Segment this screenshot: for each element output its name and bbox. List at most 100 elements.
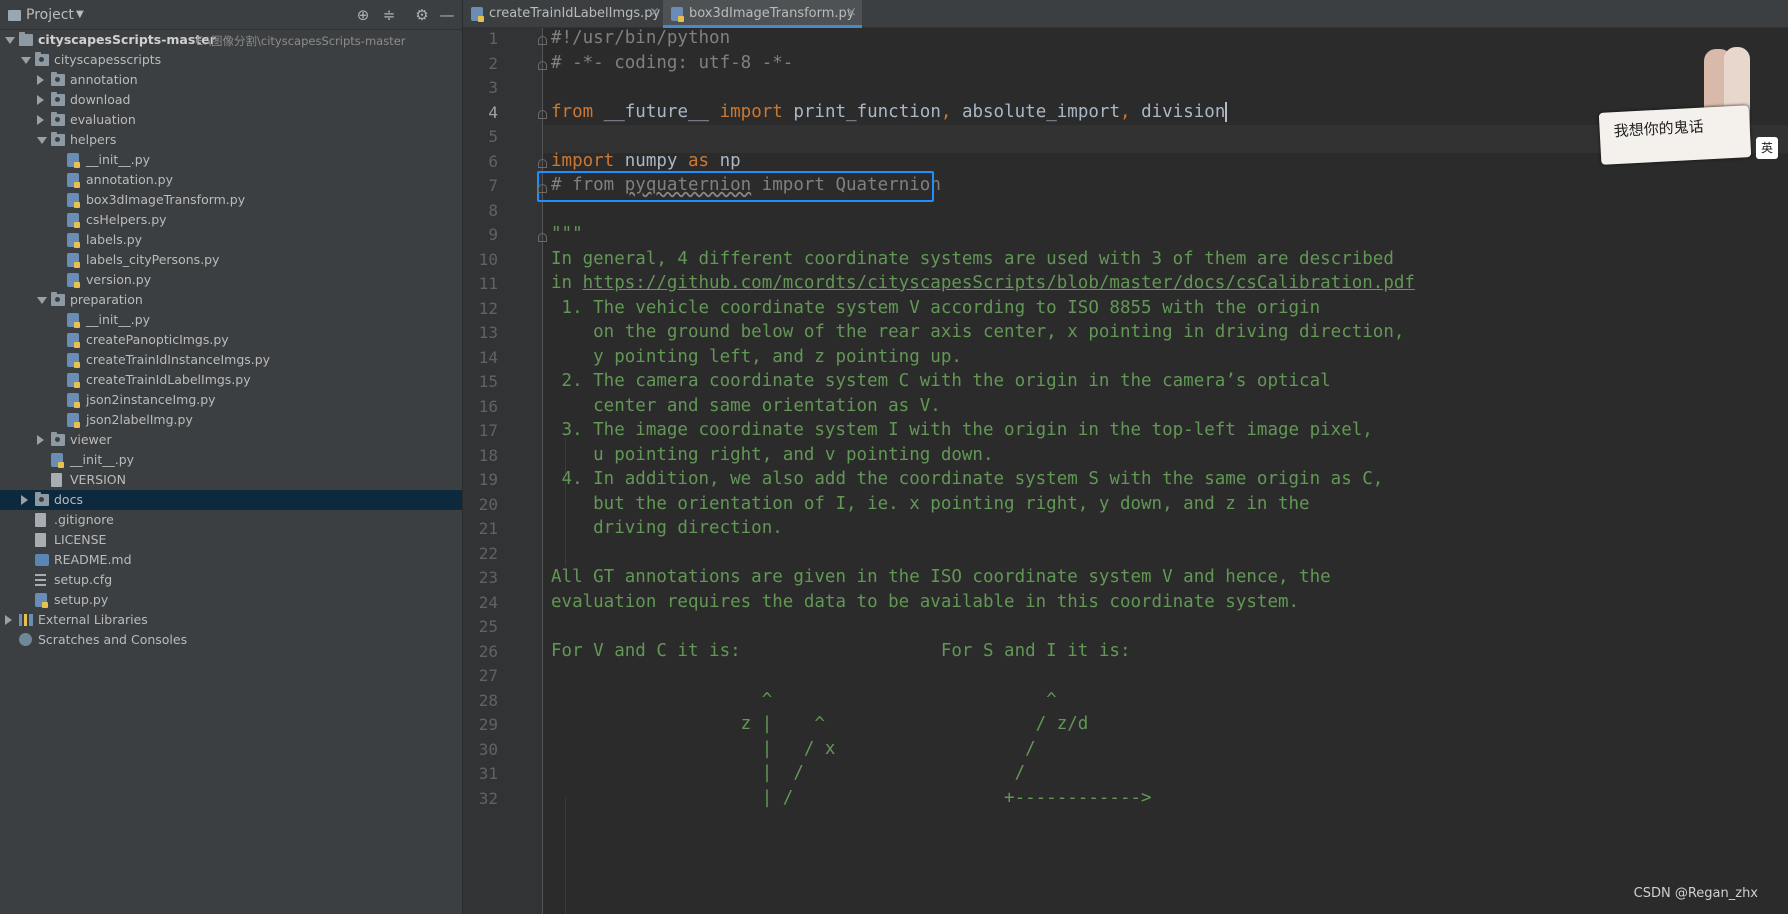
fold-marker-icon[interactable] — [538, 110, 547, 119]
chevron-right-icon[interactable] — [37, 435, 44, 445]
fold-marker-icon[interactable] — [538, 159, 547, 168]
close-icon[interactable]: × — [846, 5, 857, 20]
chevron-right-icon[interactable] — [37, 115, 44, 125]
tree-item[interactable]: csHelpers.py — [0, 210, 462, 230]
tree-item-label: README.md — [54, 552, 132, 567]
tree-item[interactable]: annotation — [0, 70, 462, 90]
tree-item-label: evaluation — [70, 112, 136, 127]
tree-item-label: box3dImageTransform.py — [86, 192, 246, 207]
code-editor[interactable]: 1 2 3 4 5 6 7 8 9 10 11 12 13 14 15 16 17 18 19 20 21 22 23 24 2… — [463, 28, 1788, 914]
tree-item[interactable]: VERSION — [0, 470, 462, 490]
code-line-14: y pointing left, and z pointing up. — [551, 346, 962, 367]
tree-item[interactable]: labels.py — [0, 230, 462, 250]
chevron-down-icon[interactable]: ▼ — [76, 9, 84, 20]
tree-item[interactable]: createPanopticImgs.py — [0, 330, 462, 350]
line-number: 2 — [488, 53, 498, 73]
line-number: 17 — [478, 421, 498, 440]
tree-item-label: csHelpers.py — [86, 212, 167, 227]
line-number: 32 — [478, 788, 498, 808]
tree-item[interactable]: createTrainIdInstanceImgs.py — [0, 350, 462, 370]
line-number: 16 — [478, 396, 498, 416]
tree-item[interactable]: .gitignore — [0, 510, 462, 530]
tree-item[interactable]: viewer — [0, 430, 462, 450]
code-line-13: on the ground below of the rear axis cen… — [551, 322, 1405, 342]
tree-item[interactable]: LICENSE — [0, 530, 462, 550]
tree-item[interactable]: README.md — [0, 550, 462, 570]
tree-item[interactable]: preparation — [0, 290, 462, 310]
chevron-right-icon[interactable] — [37, 95, 44, 105]
tree-item[interactable]: download — [0, 90, 462, 110]
line-number: 8 — [488, 200, 498, 220]
tree-item[interactable]: labels_cityPersons.py — [0, 250, 462, 270]
indent-guide — [565, 798, 566, 914]
tree-item[interactable]: helpers — [0, 130, 462, 150]
expand-arrow-icon[interactable] — [5, 37, 15, 44]
chevron-right-icon[interactable] — [5, 615, 12, 625]
locate-file-icon[interactable]: ⊕ — [353, 5, 373, 25]
fold-marker-icon[interactable] — [538, 184, 547, 193]
python-file-icon — [67, 233, 80, 248]
tree-item[interactable]: setup.cfg — [0, 570, 462, 590]
tree-item-label: preparation — [70, 292, 143, 307]
package-folder-icon — [51, 112, 65, 126]
package-folder-icon — [35, 52, 49, 66]
tree-item[interactable]: __init__.py — [0, 450, 462, 470]
tree-item[interactable]: docs — [0, 490, 462, 510]
tree-item[interactable]: __init__.py — [0, 150, 462, 170]
chevron-down-icon[interactable] — [21, 57, 31, 64]
code-line-9: """ — [551, 224, 583, 244]
chevron-right-icon[interactable] — [21, 495, 28, 505]
tree-item[interactable]: Scratches and Consoles — [0, 630, 462, 650]
project-tool-window: Project ▼ ⊕ ≑ ⚙ — cityscapesScripts-mast… — [0, 0, 463, 914]
python-file-icon — [51, 453, 64, 468]
tree-item-label: VERSION — [70, 472, 126, 487]
tab-createTrainIdLabelImgs[interactable]: createTrainIdLabelImgs.py × — [463, 0, 662, 28]
tab-box3dImageTransform[interactable]: box3dImageTransform.py × — [663, 0, 862, 28]
code-line-11: in https://github.com/mcordts/cityscapes… — [551, 273, 1415, 293]
gear-icon[interactable]: ⚙ — [412, 5, 432, 25]
collapse-all-icon[interactable]: ≑ — [379, 5, 399, 25]
line-number: 5 — [488, 127, 498, 146]
tree-item[interactable]: __init__.py — [0, 310, 462, 330]
tree-item-label: __init__.py — [70, 452, 135, 467]
tree-item[interactable]: json2instanceImg.py — [0, 390, 462, 410]
package-folder-icon — [51, 132, 65, 146]
fold-marker-icon[interactable] — [538, 61, 547, 70]
python-file-icon — [671, 7, 684, 22]
tree-item-label: LICENSE — [54, 532, 107, 547]
fold-marker-icon[interactable] — [538, 233, 547, 242]
tree-item[interactable]: annotation.py — [0, 170, 462, 190]
chevron-right-icon[interactable] — [37, 75, 44, 85]
project-folder-icon — [8, 10, 21, 21]
project-view-selector[interactable]: Project — [26, 7, 74, 23]
line-number: 7 — [488, 176, 498, 195]
tree-item[interactable]: createTrainIdLabelImgs.py — [0, 370, 462, 390]
close-icon[interactable]: × — [649, 5, 660, 20]
code-line-32: | / +------------> — [551, 787, 1152, 808]
line-number: 20 — [478, 494, 498, 514]
fold-marker-icon[interactable] — [538, 36, 547, 45]
python-file-icon — [67, 333, 80, 348]
tree-item[interactable]: setup.py — [0, 590, 462, 610]
chevron-down-icon[interactable] — [37, 137, 47, 144]
code-line-21: driving direction. — [551, 518, 783, 538]
tree-item[interactable]: box3dImageTransform.py — [0, 190, 462, 210]
ime-language-badge[interactable]: 英 — [1756, 137, 1778, 159]
tree-root-row[interactable]: cityscapesScripts-master E:\图像分割\citysca… — [0, 30, 462, 50]
sticker-caption: 我想你的鬼话 — [1613, 117, 1705, 141]
hide-panel-icon[interactable]: — — [437, 5, 457, 25]
line-number: 25 — [478, 617, 498, 636]
chevron-down-icon[interactable] — [37, 297, 47, 304]
tree-item[interactable]: cityscapesscripts — [0, 50, 462, 70]
docs-link[interactable]: https://github.com/mcordts/cityscapesScr… — [583, 273, 1415, 293]
line-number: 4 — [488, 102, 498, 122]
tree-item[interactable]: version.py — [0, 270, 462, 290]
tree-item[interactable]: evaluation — [0, 110, 462, 130]
tree-item[interactable]: json2labelImg.py — [0, 410, 462, 430]
code-line-15: 2. The camera coordinate system C with t… — [551, 371, 1331, 391]
project-panel-header: Project ▼ ⊕ ≑ ⚙ — — [0, 0, 462, 30]
tree-item[interactable]: External Libraries — [0, 610, 462, 630]
annotation-highlight-box — [537, 171, 934, 202]
code-line-26: For V and C it is: For S and I it is: — [551, 640, 1131, 661]
root-project-path: E:\图像分割\cityscapesScripts-master — [196, 34, 406, 48]
